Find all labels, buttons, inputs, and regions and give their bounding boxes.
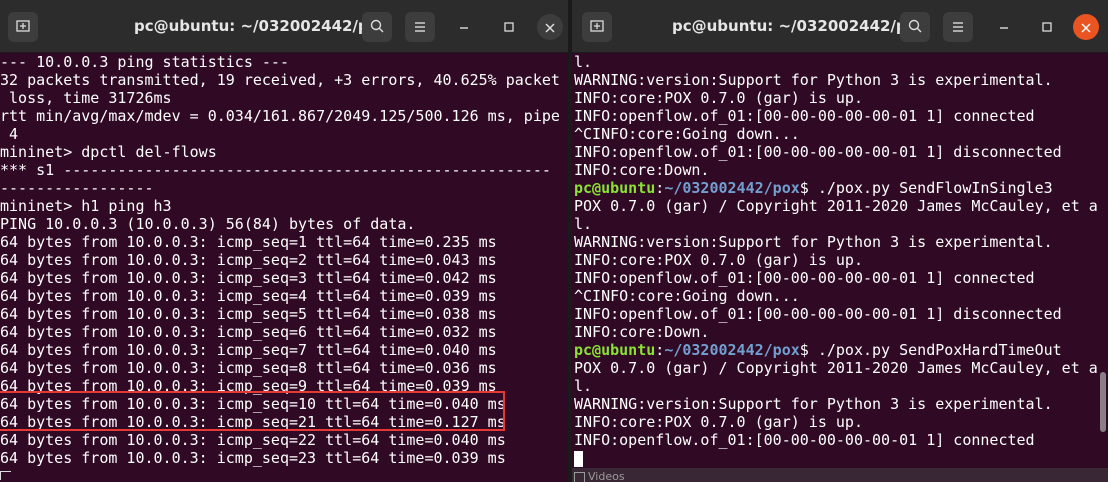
terminal-line: INFO:core:Down. [574, 161, 710, 179]
terminal-line: l. [574, 377, 593, 395]
videos-folder-tab[interactable]: Videos [572, 468, 632, 482]
terminal-line: ----------------- [0, 179, 154, 197]
terminal-line: POX 0.7.0 (gar) / Copyright 2011-2020 Ja… [574, 359, 1098, 377]
terminal-line: PING 10.0.0.3 (10.0.0.3) 56(84) bytes of… [0, 215, 416, 233]
terminal-line: INFO:core:POX 0.7.0 (gar) is up. [574, 251, 863, 269]
command-text: $ ./pox.py SendFlowInSingle3 [799, 179, 1053, 197]
terminal-line: 64 bytes from 10.0.0.3: icmp_seq=7 ttl=6… [0, 341, 497, 359]
terminal-line: INFO:core:POX 0.7.0 (gar) is up. [574, 89, 863, 107]
terminal-line: INFO:openflow.of_01:[00-00-00-00-00-01 1… [574, 269, 1035, 287]
hamburger-menu-icon [413, 18, 427, 37]
left-close-button[interactable] [537, 14, 563, 40]
terminal-line: 64 bytes from 10.0.0.3: icmp_seq=22 ttl=… [0, 431, 506, 449]
minimize-icon [458, 18, 470, 37]
terminal-line: 4 [0, 125, 19, 143]
left-terminal-window[interactable]: pc@ubuntu: ~/032002442/pox --- 10.0.0.3 … [0, 0, 568, 482]
terminal-line: WARNING:version:Support for Python 3 is … [574, 395, 1053, 413]
hamburger-menu-icon [951, 18, 965, 37]
new-tab-icon [590, 18, 604, 37]
close-icon [1081, 18, 1091, 37]
right-maximize-button[interactable] [1034, 14, 1060, 40]
checkbox-icon [574, 471, 585, 482]
left-menu-button[interactable] [405, 12, 435, 42]
cursor-line[interactable] [574, 449, 1108, 467]
terminal-line: mininet> dpctl del-flows [0, 143, 217, 161]
terminal-line: POX 0.7.0 (gar) / Copyright 2011-2020 Ja… [574, 197, 1098, 215]
right-close-button[interactable] [1073, 14, 1099, 40]
terminal-line: 64 bytes from 10.0.0.3: icmp_seq=1 ttl=6… [0, 233, 497, 251]
terminal-line: WARNING:version:Support for Python 3 is … [574, 233, 1053, 251]
command-text: $ ./pox.py SendPoxHardTimeOut [799, 341, 1062, 359]
new-tab-icon [16, 18, 30, 37]
search-icon [908, 18, 922, 37]
terminal-line: loss, time 31726ms [0, 89, 172, 107]
prompt-user: pc@ubuntu [574, 179, 656, 197]
terminal-line: 32 packets transmitted, 19 received, +3 … [0, 71, 560, 89]
prompt-colon: : [655, 341, 665, 359]
terminal-line: INFO:openflow.of_01:[00-00-00-00-00-01 1… [574, 431, 1035, 449]
terminal-line: INFO:openflow.of_01:[00-00-00-00-00-01 1… [574, 143, 1062, 161]
resize-corner [0, 471, 11, 480]
right-search-button[interactable] [900, 12, 930, 42]
terminal-line: INFO:openflow.of_01:[00-00-00-00-00-01 1… [574, 305, 1062, 323]
terminal-line: WARNING:version:Support for Python 3 is … [574, 71, 1053, 89]
terminal-line: 64 bytes from 10.0.0.3: icmp_seq=6 ttl=6… [0, 323, 497, 341]
right-menu-button[interactable] [943, 12, 973, 42]
right-titlebar: pc@ubuntu: ~/032002442/pox [572, 0, 1108, 53]
terminal-line: 64 bytes from 10.0.0.3: icmp_seq=5 ttl=6… [0, 305, 497, 323]
right-minimize-button[interactable] [991, 14, 1017, 40]
new-tab-button[interactable] [8, 12, 38, 42]
terminal-line: 64 bytes from 10.0.0.3: icmp_seq=8 ttl=6… [0, 359, 497, 377]
maximize-icon [1041, 18, 1053, 37]
left-search-button[interactable] [362, 12, 392, 42]
terminal-line: 64 bytes from 10.0.0.3: icmp_seq=3 ttl=6… [0, 269, 497, 287]
new-tab-button[interactable] [582, 12, 612, 42]
prompt-path: ~/032002442/pox [664, 179, 800, 197]
videos-label: Videos [588, 470, 625, 482]
terminal-line: INFO:openflow.of_01:[00-00-00-00-00-01 1… [574, 107, 1035, 125]
terminal-line: INFO:core:POX 0.7.0 (gar) is up. [574, 413, 863, 431]
maximize-icon [503, 18, 515, 37]
text-cursor [574, 450, 583, 467]
terminal-line: mininet> h1 ping h3 [0, 197, 172, 215]
close-icon [545, 18, 555, 37]
terminal-line: rtt min/avg/max/mdev = 0.034/161.867/204… [0, 107, 560, 125]
terminal-line: 64 bytes from 10.0.0.3: icmp_seq=2 ttl=6… [0, 251, 497, 269]
prompt-colon: : [655, 179, 665, 197]
right-window-title: pc@ubuntu: ~/032002442/pox [672, 17, 927, 35]
bottom-strip: Videos [572, 468, 1108, 482]
left-minimize-button[interactable] [451, 14, 477, 40]
prompt-line: pc@ubuntu:~/032002442/pox$ ./pox.py Send… [574, 179, 1108, 197]
terminal-line: 64 bytes from 10.0.0.3: icmp_seq=23 ttl=… [0, 449, 506, 467]
scrollbar-thumb[interactable] [1100, 372, 1106, 432]
left-window-title: pc@ubuntu: ~/032002442/pox [134, 17, 389, 35]
left-titlebar: pc@ubuntu: ~/032002442/pox [0, 0, 568, 53]
terminal-line: INFO:core:Down. [574, 323, 710, 341]
prompt-line: pc@ubuntu:~/032002442/pox$ ./pox.py Send… [574, 341, 1108, 359]
terminal-line: l. [574, 53, 593, 71]
prompt-path: ~/032002442/pox [664, 341, 800, 359]
left-maximize-button[interactable] [496, 14, 522, 40]
terminal-line: *** s1 ---------------------------------… [0, 161, 551, 179]
terminal-line: ^CINFO:core:Going down... [574, 287, 800, 305]
right-terminal-window[interactable]: pc@ubuntu: ~/032002442/pox l. WARNING:ve… [572, 0, 1108, 482]
terminal-line: l. [574, 215, 593, 233]
minimize-icon [998, 18, 1010, 37]
terminal-line: ^CINFO:core:Going down... [574, 125, 800, 143]
right-terminal-output[interactable]: l. WARNING:version:Support for Python 3 … [574, 53, 1108, 482]
terminal-line: 64 bytes from 10.0.0.3: icmp_seq=4 ttl=6… [0, 287, 497, 305]
terminal-line: --- 10.0.0.3 ping statistics --- [0, 53, 289, 71]
highlight-annotation-box [0, 391, 505, 431]
prompt-user: pc@ubuntu [574, 341, 656, 359]
search-icon [370, 18, 384, 37]
left-terminal-output[interactable]: --- 10.0.0.3 ping statistics --- 32 pack… [0, 53, 568, 482]
